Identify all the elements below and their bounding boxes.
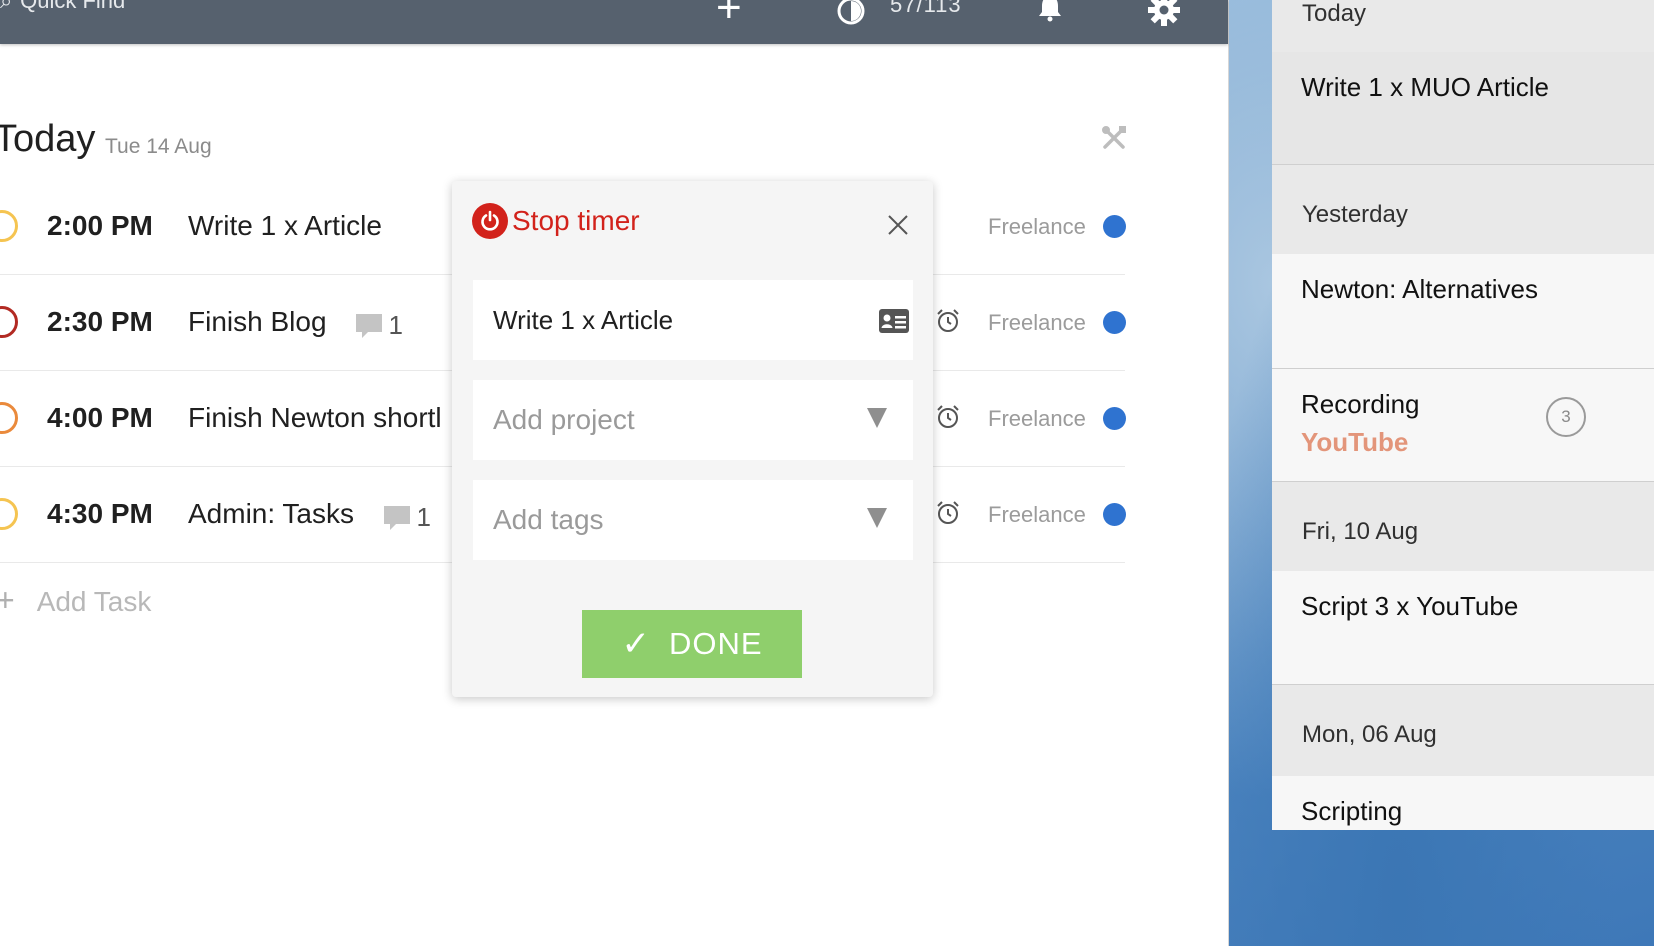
- task-project[interactable]: Freelance: [988, 502, 1086, 528]
- task-checkbox[interactable]: [0, 402, 18, 434]
- time-entry-title: Scripting: [1301, 796, 1403, 826]
- time-entry[interactable]: Newton: Alternatives: [1272, 254, 1654, 369]
- timer-popup: Stop timer Add project Add tags: [452, 181, 933, 697]
- alarm-clock-icon[interactable]: [935, 404, 961, 430]
- checkmark-icon: ✓: [621, 625, 651, 663]
- task-title[interactable]: Admin: Tasks: [188, 498, 354, 530]
- section-header: Fri, 10 Aug: [1272, 482, 1654, 571]
- comment-icon: [356, 313, 382, 338]
- task-time: 2:00 PM: [47, 210, 153, 241]
- time-entry[interactable]: Script 3 x YouTube: [1272, 571, 1654, 685]
- section-header-label: Fri, 10 Aug: [1302, 518, 1419, 545]
- task-checkbox[interactable]: [0, 306, 18, 338]
- page-date: Tue 14 Aug: [105, 135, 212, 158]
- task-description-input[interactable]: [493, 280, 853, 360]
- add-task-label: Add Task: [36, 586, 152, 617]
- project-color-dot: [1103, 215, 1126, 238]
- time-entries-panel: Today Write 1 x MUO Article Yesterday Ne…: [1272, 0, 1654, 830]
- task-project[interactable]: Freelance: [988, 310, 1086, 336]
- quick-find[interactable]: ⌕ Quick Find: [0, 0, 125, 14]
- alarm-clock-icon[interactable]: [935, 308, 961, 334]
- task-comments[interactable]: 1: [354, 310, 403, 341]
- search-icon: ⌕: [0, 0, 13, 13]
- top-bar: ⌕ Quick Find + 57/113: [0, 0, 1228, 44]
- time-entry-title: Write 1 x MUO Article: [1301, 72, 1550, 102]
- time-entry-project: YouTube: [1301, 427, 1409, 457]
- task-description-field[interactable]: [473, 280, 913, 360]
- power-icon: [472, 203, 508, 239]
- section-header-label: Today: [1302, 0, 1367, 27]
- task-checkbox[interactable]: [0, 210, 18, 242]
- project-color-dot: [1103, 311, 1126, 334]
- comment-count: 1: [416, 502, 431, 532]
- add-task-plus-icon[interactable]: +: [716, 0, 742, 30]
- tags-select[interactable]: Add tags: [473, 480, 913, 560]
- task-time: 4:30 PM: [47, 498, 153, 529]
- project-select[interactable]: Add project: [473, 380, 913, 460]
- task-time: 4:00 PM: [47, 402, 153, 433]
- tags-placeholder: Add tags: [493, 504, 604, 535]
- done-button[interactable]: ✓ DONE: [582, 610, 802, 678]
- project-placeholder: Add project: [493, 404, 635, 435]
- section-header: Today: [1272, 0, 1654, 52]
- task-title[interactable]: Finish Newton shortl: [188, 402, 442, 434]
- task-comments[interactable]: 1: [382, 502, 431, 533]
- id-card-icon[interactable]: [878, 308, 910, 334]
- todoist-app-window: ⌕ Quick Find + 57/113 Today Tue 14 Aug 2…: [0, 0, 1229, 946]
- entry-count-badge[interactable]: 3: [1546, 397, 1586, 437]
- bell-icon[interactable]: [1036, 0, 1064, 22]
- comment-count: 1: [388, 310, 403, 340]
- gear-icon[interactable]: [1148, 0, 1180, 26]
- dropdown-caret-icon[interactable]: [867, 408, 887, 428]
- task-project[interactable]: Freelance: [988, 406, 1086, 432]
- section-header: Mon, 06 Aug: [1272, 685, 1654, 776]
- stop-timer-button[interactable]: Stop timer: [472, 201, 640, 241]
- time-entry[interactable]: Scripting: [1272, 776, 1654, 830]
- tools-icon[interactable]: [1100, 124, 1128, 152]
- section-header-label: Mon, 06 Aug: [1302, 721, 1437, 748]
- comment-icon: [384, 505, 410, 530]
- task-title[interactable]: Finish Blog: [188, 306, 327, 338]
- task-title[interactable]: Write 1 x Article: [188, 210, 382, 242]
- section-header-label: Yesterday: [1302, 201, 1408, 228]
- task-time: 2:30 PM: [47, 306, 153, 337]
- project-color-dot: [1103, 407, 1126, 430]
- task-checkbox[interactable]: [0, 498, 18, 530]
- time-entry-title: Newton: Alternatives: [1301, 274, 1539, 304]
- stop-timer-label: Stop timer: [512, 205, 640, 236]
- task-project[interactable]: Freelance: [988, 214, 1086, 240]
- time-entry-title: Recording: [1301, 389, 1420, 419]
- dropdown-caret-icon[interactable]: [867, 508, 887, 528]
- karma-count[interactable]: 57/113: [890, 0, 962, 18]
- quick-find-label: Quick Find: [20, 0, 126, 13]
- done-label: DONE: [668, 626, 763, 661]
- add-task-button[interactable]: + Add Task: [0, 582, 151, 619]
- time-entry-title: Script 3 x YouTube: [1301, 591, 1519, 621]
- time-entry[interactable]: Write 1 x MUO Article: [1272, 52, 1654, 165]
- section-header: Yesterday: [1272, 165, 1654, 254]
- project-color-dot: [1103, 503, 1126, 526]
- karma-icon[interactable]: [836, 0, 866, 26]
- page-title: Today: [0, 118, 96, 160]
- alarm-clock-icon[interactable]: [935, 500, 961, 526]
- close-icon[interactable]: [886, 213, 910, 237]
- plus-icon: +: [0, 582, 15, 618]
- time-entry[interactable]: Recording YouTube 3: [1272, 369, 1654, 482]
